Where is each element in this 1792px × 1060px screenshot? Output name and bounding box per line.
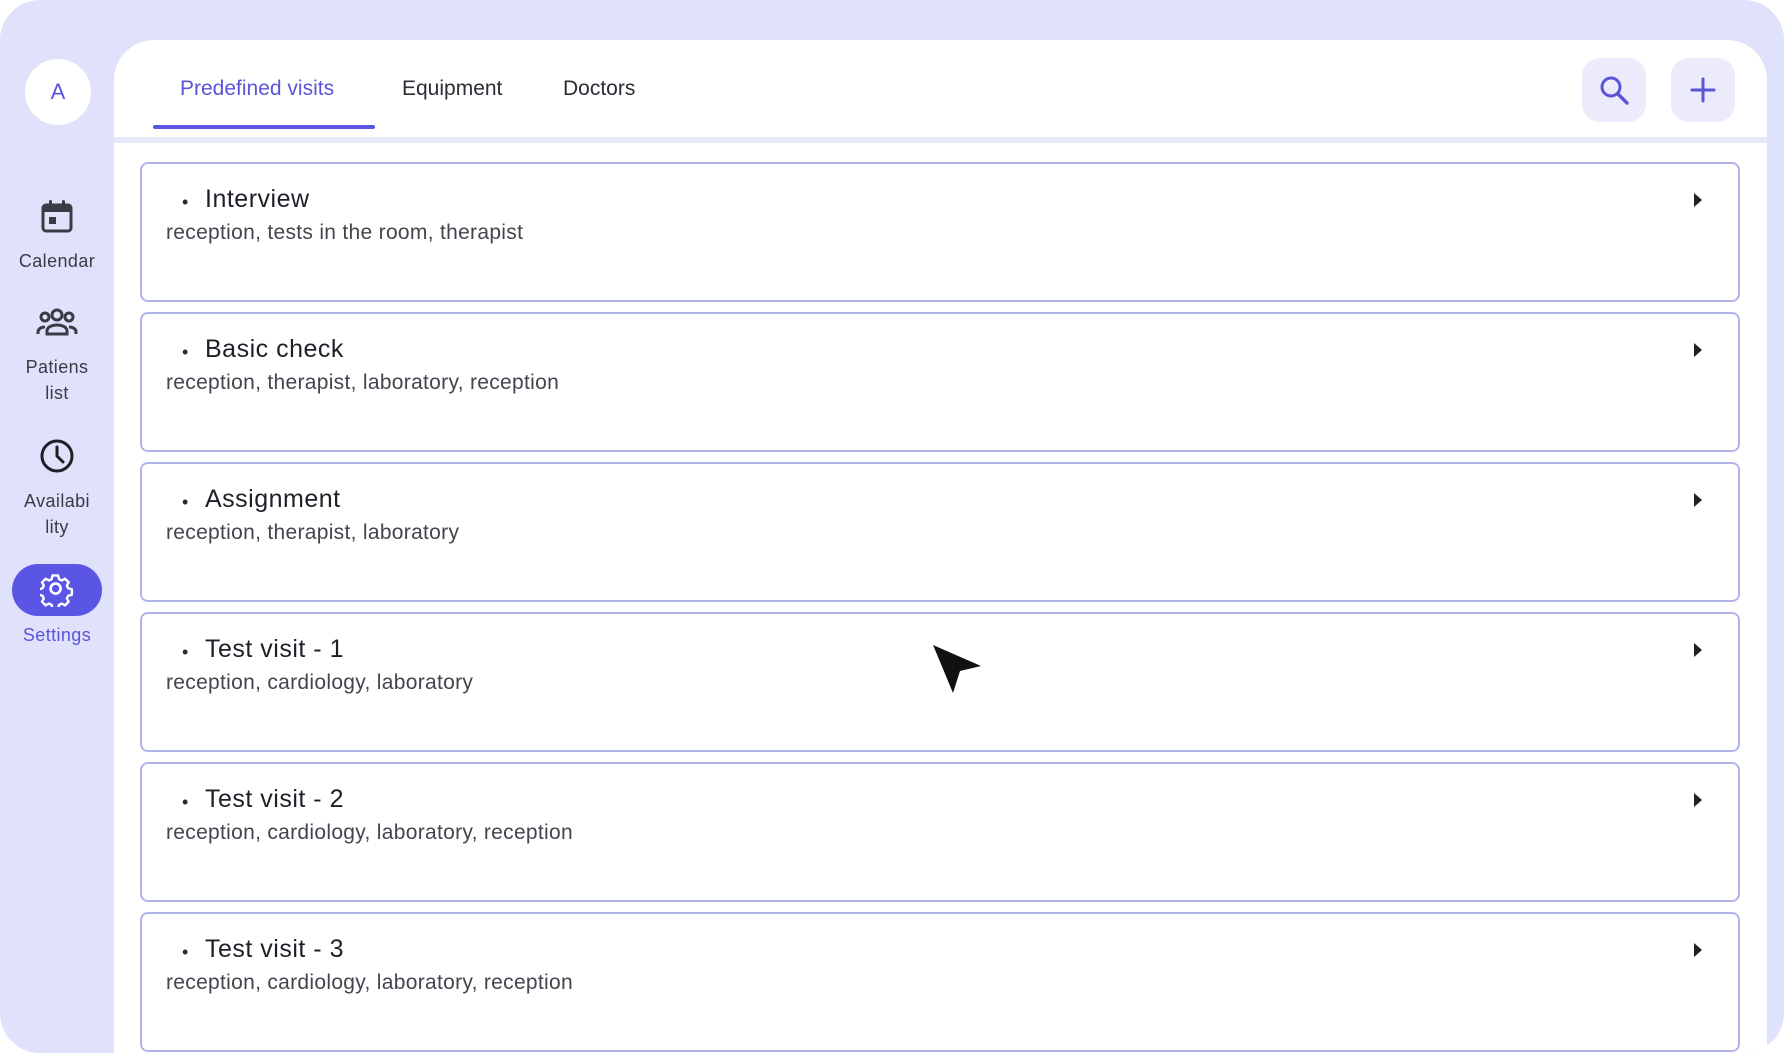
sidebar-item-patients-list[interactable]: Patiens list [0, 296, 114, 406]
visit-title: Test visit - 3 [205, 935, 344, 963]
bullet: • [182, 192, 189, 212]
visit-card[interactable]: • Basic check reception, therapist, labo… [140, 312, 1740, 452]
bullet: • [182, 342, 189, 362]
clock-icon [39, 430, 75, 482]
bullet: • [182, 792, 189, 812]
search-button[interactable] [1582, 58, 1646, 122]
visit-steps: reception, therapist, laboratory, recept… [166, 371, 560, 394]
caret-right-icon[interactable] [1692, 792, 1704, 808]
app-frame: A Calendar Patiens list Availabi lity Se… [0, 0, 1784, 1053]
active-tab-indicator [153, 125, 375, 129]
mouse-pointer-icon [933, 645, 981, 693]
tab-bar: Predefined visits Equipment Doctors [114, 40, 1767, 143]
sidebar-item-label: Calendar [18, 251, 96, 271]
sidebar-item-label: Settings [22, 625, 92, 645]
caret-right-icon[interactable] [1692, 642, 1704, 658]
caret-right-icon[interactable] [1692, 342, 1704, 358]
search-icon [1600, 76, 1629, 105]
tab-doctors[interactable]: Doctors [563, 40, 635, 137]
caret-right-icon[interactable] [1692, 942, 1704, 958]
visit-card[interactable]: • Assignment reception, therapist, labor… [140, 462, 1740, 602]
sidebar-item-label: Availabi lity [24, 491, 90, 537]
gear-icon [12, 564, 102, 616]
bullet: • [182, 492, 189, 512]
caret-right-icon[interactable] [1692, 492, 1704, 508]
sidebar-item-calendar[interactable]: Calendar [0, 190, 114, 274]
tab-predefined-visits[interactable]: Predefined visits [180, 40, 334, 137]
visit-steps: reception, cardiology, laboratory [166, 671, 474, 694]
visit-card[interactable]: • Interview reception, tests in the room… [140, 162, 1740, 302]
bullet: • [182, 642, 189, 662]
bullet: • [182, 942, 189, 962]
visit-title: Basic check [205, 335, 344, 363]
visit-steps: reception, cardiology, laboratory, recep… [166, 821, 573, 844]
visit-card[interactable]: • Test visit - 3 reception, cardiology, … [140, 912, 1740, 1052]
sidebar-item-settings[interactable]: Settings [0, 564, 114, 648]
visit-card[interactable]: • Test visit - 2 reception, cardiology, … [140, 762, 1740, 902]
caret-right-icon[interactable] [1692, 192, 1704, 208]
visit-title: Interview [205, 185, 310, 213]
visit-steps: reception, cardiology, laboratory, recep… [166, 971, 573, 994]
avatar[interactable]: A [25, 59, 91, 125]
sidebar-item-availability[interactable]: Availabi lity [0, 430, 114, 540]
sidebar: A Calendar Patiens list Availabi lity Se… [0, 0, 114, 1053]
main-panel: Predefined visits Equipment Doctors • In… [114, 40, 1767, 1053]
add-button[interactable] [1671, 58, 1735, 122]
calendar-icon [40, 190, 74, 242]
sidebar-item-label: Patiens list [25, 357, 89, 403]
visit-steps: reception, therapist, laboratory [166, 521, 460, 544]
visit-title: Test visit - 2 [205, 785, 344, 813]
visit-title: Test visit - 1 [205, 635, 344, 663]
visit-title: Assignment [205, 485, 341, 513]
visit-steps: reception, tests in the room, therapist [166, 221, 524, 244]
plus-icon [1690, 77, 1716, 103]
people-icon [36, 296, 78, 348]
tab-equipment[interactable]: Equipment [402, 40, 502, 137]
